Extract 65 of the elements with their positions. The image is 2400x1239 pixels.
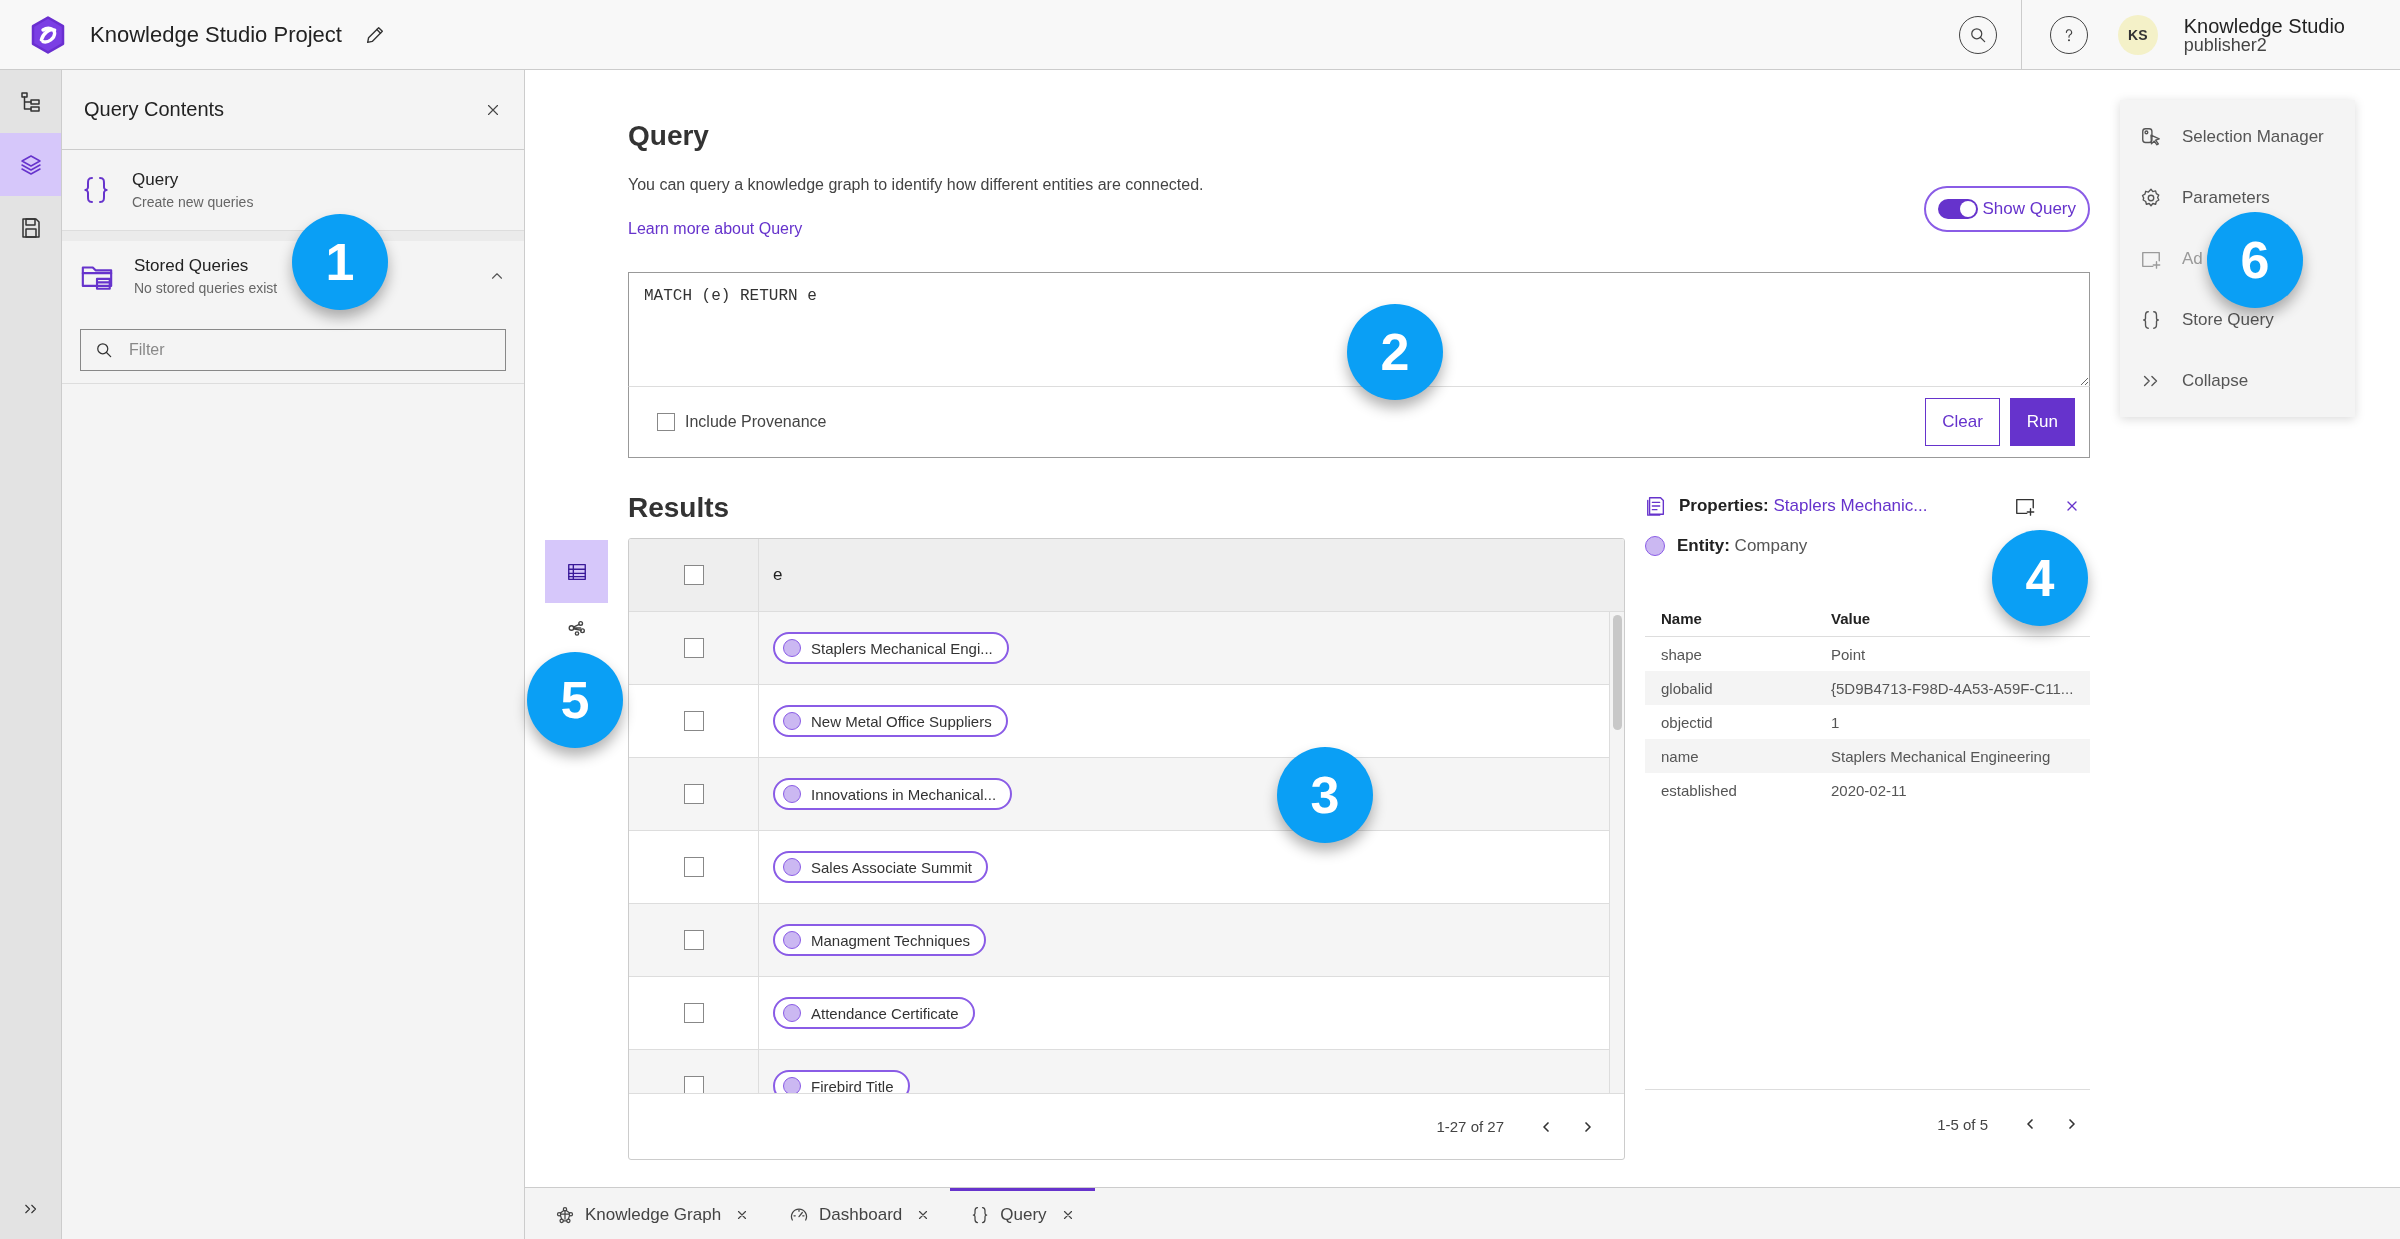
clear-button[interactable]: Clear xyxy=(1925,398,2000,446)
properties-title: Properties: Staplers Mechanic... xyxy=(1679,496,1928,516)
user-avatar: KS xyxy=(2117,14,2158,55)
checkbox[interactable] xyxy=(683,1076,704,1093)
table-cell-text: 1 xyxy=(1830,712,1841,733)
search-icon xyxy=(94,340,114,360)
user-name: Knowledge Studio xyxy=(2183,15,2345,36)
entity-dot xyxy=(1645,536,1665,556)
checkbox[interactable] xyxy=(683,1003,704,1023)
table-cell-text: objectid xyxy=(1660,712,1714,733)
item-subtitle: No stored queries exist xyxy=(134,280,278,296)
run-button[interactable]: Run xyxy=(2009,398,2075,446)
table-cell: Staplers Mechanical Engineering xyxy=(1815,739,2090,773)
table-cell: globalid xyxy=(1645,671,1815,705)
gear-icon xyxy=(2140,186,2162,209)
hierarchy-icon xyxy=(18,89,43,114)
checkbox-label: Include Provenance xyxy=(685,413,827,431)
table-cell-text: Point xyxy=(1830,644,1867,665)
menu-item[interactable]: Selection Manager xyxy=(2120,106,2355,167)
menu-item[interactable]: Collapse xyxy=(2120,350,2355,411)
entity-chip[interactable]: Sales Associate Summit xyxy=(773,851,988,883)
show-query-toggle[interactable]: Show Query xyxy=(1924,186,2090,232)
filter-field[interactable]: Filter xyxy=(80,329,506,371)
section-heading: Results xyxy=(628,492,731,524)
braces-icon xyxy=(2140,308,2162,331)
entity-chip[interactable]: Firebird Title xyxy=(773,1070,910,1093)
checkbox[interactable] xyxy=(683,784,704,804)
table-cell-text: shape xyxy=(1660,644,1703,665)
entity-chip[interactable]: Staplers Mechanical Engi... xyxy=(773,632,1009,664)
entity-chip[interactable]: Managment Techniques xyxy=(773,924,986,956)
table-cell: {5D9B4713-F98D-4A53-A59F-C11... xyxy=(1815,671,2090,705)
item-subtitle: Create new queries xyxy=(132,194,254,210)
checkbox[interactable] xyxy=(683,565,704,585)
user-login: publisher2 xyxy=(2183,35,2268,54)
checkbox[interactable] xyxy=(683,638,704,658)
entity-chip[interactable]: Innovations in Mechanical... xyxy=(773,778,1013,810)
checkbox[interactable] xyxy=(683,930,704,950)
entity-type: Entity: Company xyxy=(1677,536,1808,556)
item-title: Stored Queries xyxy=(134,256,250,276)
network-icon xyxy=(555,1205,575,1225)
pagination-text: 1-27 of 27 xyxy=(1436,1118,1504,1135)
pagination-text: 1-5 of 5 xyxy=(1937,1115,1988,1133)
item-title: Query xyxy=(132,170,180,190)
tab[interactable]: Query xyxy=(950,1188,1095,1239)
description-text: You can query a knowledge graph to identify how different entities are connected. xyxy=(628,176,1204,194)
column-header: e xyxy=(772,565,783,585)
checkbox[interactable] xyxy=(683,857,704,877)
table-cell: name xyxy=(1645,739,1815,773)
table-cell-text: 2020-02-11 xyxy=(1830,780,1908,801)
document-icon xyxy=(1645,495,1667,517)
learn-more-link[interactable]: Learn more about Query xyxy=(628,220,803,238)
entity-chip[interactable]: Attendance Certificate xyxy=(773,997,975,1029)
column-header: Name xyxy=(1645,600,1815,637)
selection-pointer-icon xyxy=(2140,125,2162,148)
checkbox[interactable] xyxy=(683,711,704,731)
table-cell-text: established xyxy=(1660,780,1738,801)
panel-title: Query Contents xyxy=(84,98,225,121)
entity-chip[interactable]: New Metal Office Suppliers xyxy=(773,705,1008,737)
section-heading: Query xyxy=(628,120,710,152)
layers-icon xyxy=(18,152,43,177)
project-title: Knowledge Studio Project xyxy=(90,21,342,48)
tab[interactable]: Dashboard xyxy=(769,1188,951,1239)
tab[interactable]: Knowledge Graph xyxy=(535,1188,770,1239)
checkbox[interactable] xyxy=(657,413,675,431)
view-button[interactable] xyxy=(545,540,608,603)
